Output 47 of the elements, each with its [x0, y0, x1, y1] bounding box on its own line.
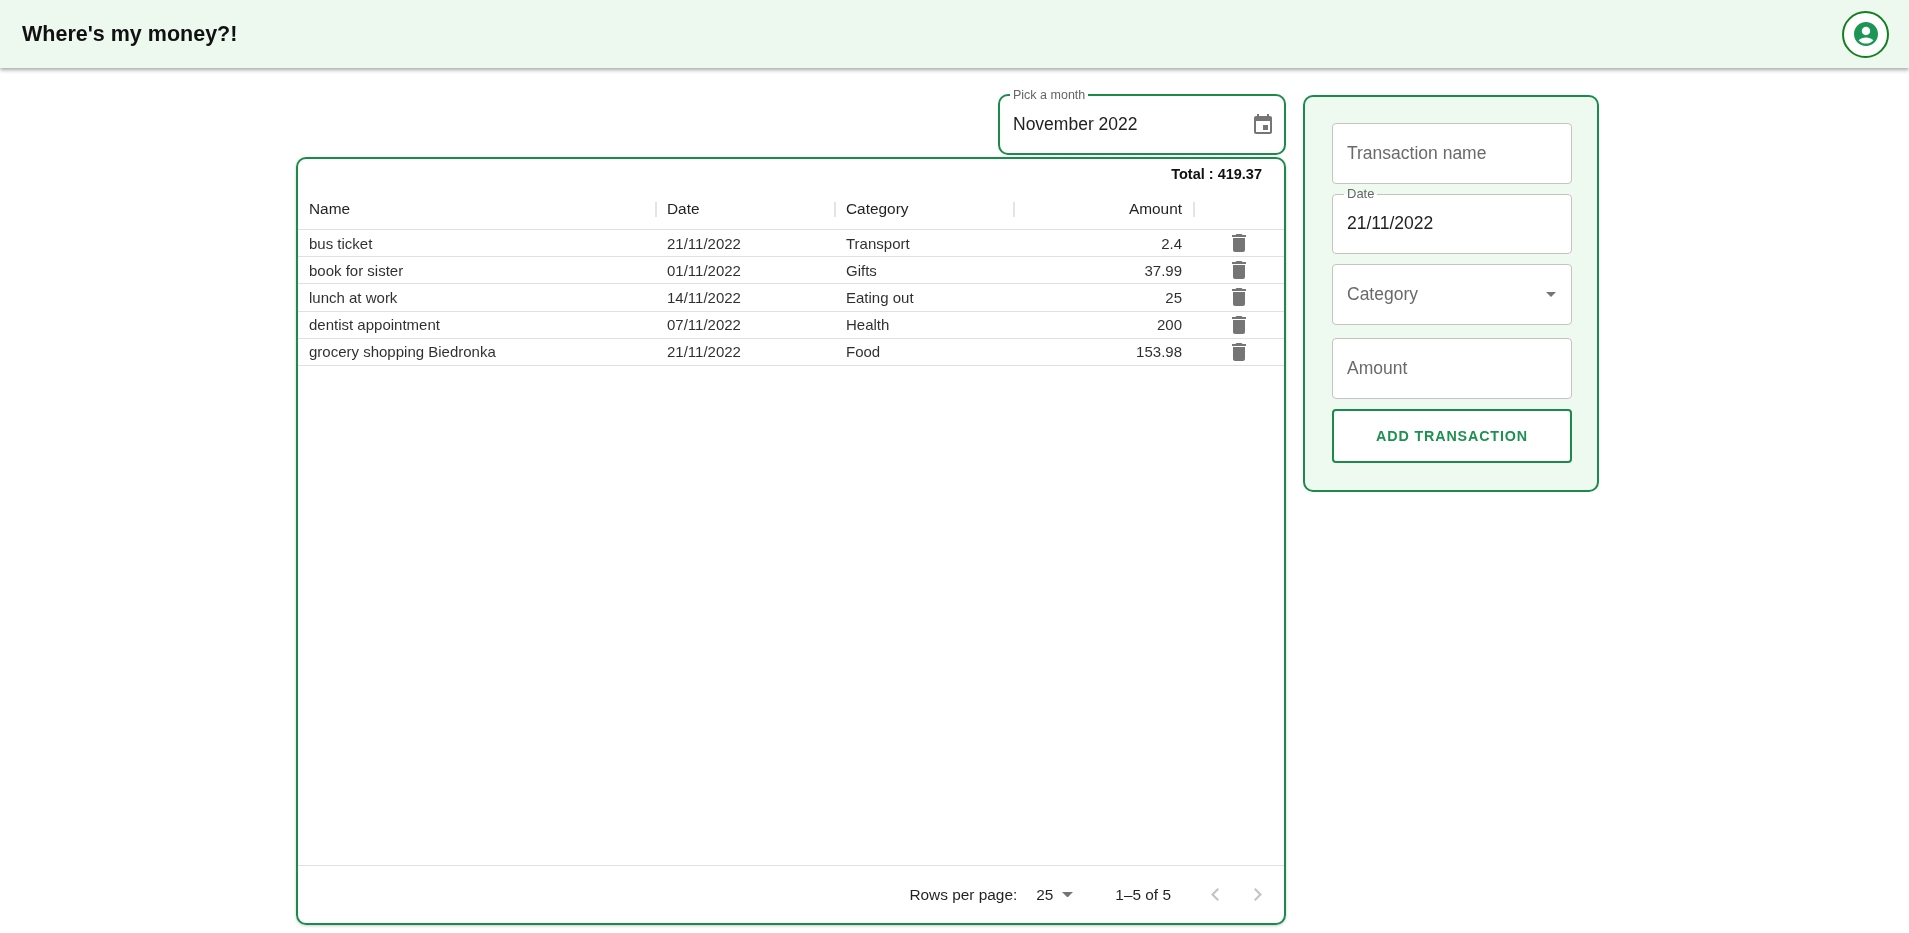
- trash-icon[interactable]: [1232, 261, 1246, 280]
- app-title: Where's my money?!: [22, 21, 238, 47]
- month-picker-field[interactable]: Pick a month November 2022: [998, 88, 1286, 155]
- table-cell-text: Eating out: [845, 287, 915, 308]
- table-cell-text: 153.98: [1135, 342, 1183, 363]
- table-cell-text: 07/11/2022: [666, 315, 742, 336]
- calendar-icon[interactable]: [1254, 114, 1272, 134]
- trash-icon[interactable]: [1232, 342, 1246, 361]
- column-header[interactable]: Amount: [1014, 189, 1194, 229]
- page-range: 1–5 of 5: [1115, 885, 1171, 904]
- total-amount: Total : 419.37: [1171, 166, 1262, 182]
- table-cell-text: grocery shopping Biedronka: [308, 342, 497, 363]
- table-cell-text: Health: [845, 315, 891, 336]
- table-cell-text: 14/11/2022: [666, 287, 742, 308]
- table-cell-text: Transport: [845, 233, 911, 254]
- table-cell-text: 200: [1155, 315, 1183, 336]
- table-cell-text: book for sister: [308, 260, 405, 281]
- caret-down-icon: [1062, 891, 1074, 898]
- dropdown-field[interactable]: Category: [1332, 264, 1572, 325]
- table-cell-text: 01/11/2022: [666, 260, 742, 281]
- table-cell-text: 21/11/2022: [666, 342, 742, 363]
- table-cell-text: bus ticket: [308, 233, 374, 254]
- table-cell-text: 37.99: [1143, 260, 1183, 281]
- submit-button[interactable]: ADD TRANSACTION: [1332, 409, 1572, 463]
- trash-icon[interactable]: [1232, 288, 1246, 307]
- chevron-left-icon: [1211, 888, 1219, 901]
- table-cell-text: Gifts: [845, 260, 878, 281]
- table-cell-text: 25: [1164, 287, 1183, 308]
- table-cell-text: lunch at work: [308, 287, 399, 308]
- column-header[interactable]: Name: [298, 189, 656, 229]
- input-field[interactable]: Amount: [1332, 338, 1572, 399]
- trash-icon[interactable]: [1232, 315, 1246, 334]
- rows-per-page-select[interactable]: 25: [1036, 885, 1074, 904]
- column-header[interactable]: Category: [835, 189, 1014, 229]
- date-field[interactable]: Date 21/11/2022: [1332, 187, 1572, 254]
- rows-per-page-label: Rows per page:: [909, 885, 1018, 904]
- caret-down-icon: [1546, 292, 1556, 297]
- column-header[interactable]: Date: [656, 189, 835, 229]
- table-cell-text: 2.4: [1160, 233, 1183, 254]
- table-cell-text: Food: [845, 342, 882, 363]
- account-button[interactable]: [1842, 10, 1889, 58]
- chevron-right-icon: [1254, 888, 1262, 901]
- input-field[interactable]: Transaction name: [1332, 123, 1572, 184]
- table-cell-text: dentist appointment: [308, 315, 441, 336]
- account-icon: [1853, 22, 1878, 46]
- trash-icon[interactable]: [1232, 234, 1246, 253]
- table-cell-text: 21/11/2022: [666, 233, 742, 254]
